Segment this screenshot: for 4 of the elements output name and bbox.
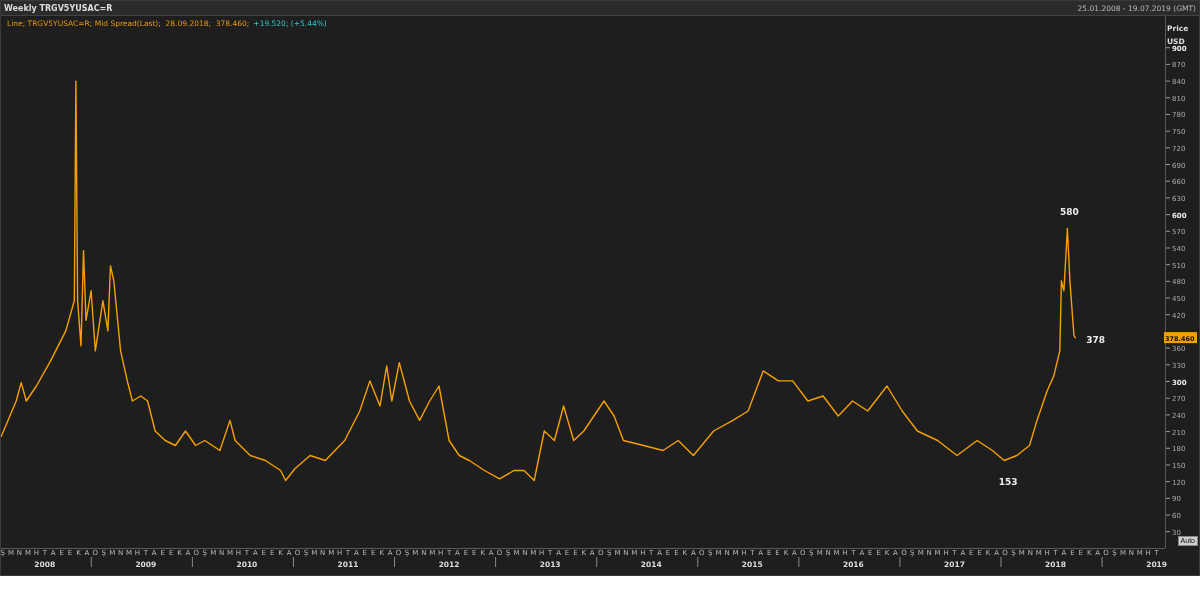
- chart-title: Weekly TRGV5YUSAC=R: [4, 3, 113, 13]
- annotation-label: 580: [1059, 206, 1079, 217]
- annotation-label: 378: [1086, 335, 1106, 346]
- annotation-label: 153: [998, 476, 1018, 487]
